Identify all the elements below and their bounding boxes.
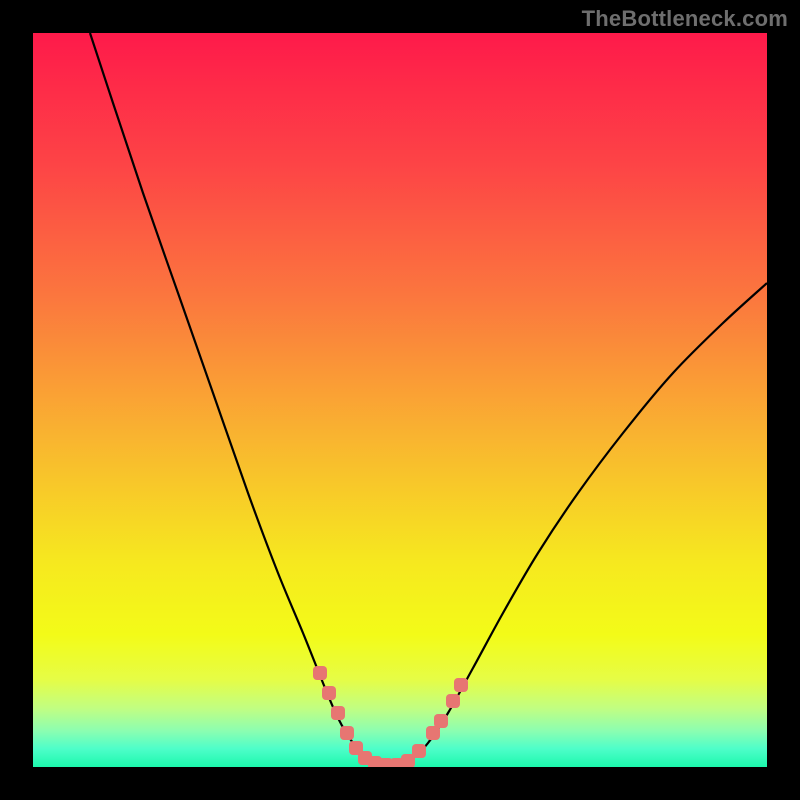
curve-marker <box>446 694 460 708</box>
plot-area <box>33 33 767 767</box>
curve-marker <box>454 678 468 692</box>
curve-marker <box>426 726 440 740</box>
curve-marker <box>313 666 327 680</box>
curve-marker <box>434 714 448 728</box>
chart-frame: TheBottleneck.com <box>0 0 800 800</box>
curve-layer <box>33 33 767 767</box>
curve-marker <box>412 744 426 758</box>
curve-markers <box>313 666 468 767</box>
watermark-text: TheBottleneck.com <box>582 6 788 32</box>
curve-marker <box>340 726 354 740</box>
curve-marker <box>322 686 336 700</box>
bottleneck-curve <box>90 33 767 766</box>
curve-marker <box>331 706 345 720</box>
